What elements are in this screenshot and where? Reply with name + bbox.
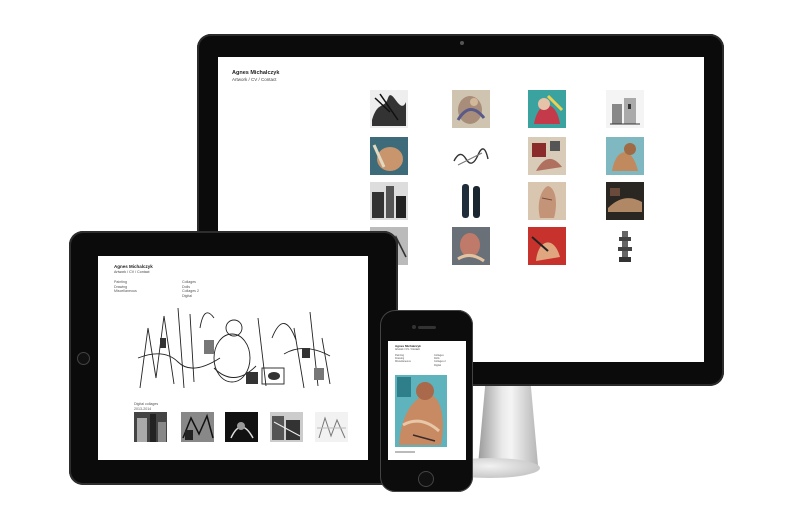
gallery-thumb[interactable]: [452, 182, 490, 220]
menu-right: Collages Dolls Collages 2 Digital: [434, 354, 446, 367]
site-title[interactable]: Agnes Michalczyk: [114, 264, 153, 269]
monitor-stand: [478, 385, 538, 465]
gallery-thumb[interactable]: [370, 90, 408, 128]
gallery-thumb[interactable]: [452, 227, 490, 265]
speaker-icon: [418, 326, 436, 329]
gallery-thumb[interactable]: [370, 182, 408, 220]
home-button-icon: [418, 471, 434, 487]
gallery-caption-year: 2013-2014: [134, 406, 152, 411]
featured-painting[interactable]: [395, 375, 447, 447]
caption-line: [395, 451, 415, 453]
menu-item[interactable]: Miscellaneous: [114, 289, 137, 294]
site-nav[interactable]: Artwork / CV / Contact: [395, 348, 420, 351]
camera-icon: [460, 41, 464, 45]
gallery-thumb[interactable]: [225, 412, 258, 442]
gallery-thumb[interactable]: [528, 227, 566, 265]
gallery-thumb[interactable]: [606, 137, 644, 175]
gallery-caption-title: Digital collages: [134, 402, 159, 406]
gallery-thumb[interactable]: [452, 90, 490, 128]
gallery-thumb[interactable]: [606, 227, 644, 265]
gallery-thumb[interactable]: [181, 412, 214, 442]
gallery-caption: Digital collages 2013-2014: [134, 402, 158, 411]
site-nav[interactable]: Artwork / CV / Contact: [114, 270, 150, 274]
menu-item[interactable]: Digital: [434, 364, 446, 367]
gallery-thumb[interactable]: [315, 412, 348, 442]
gallery-thumb[interactable]: [528, 182, 566, 220]
tablet-screen: Agnes Michalczyk Artwork / CV / Contact …: [98, 256, 368, 460]
gallery-thumb[interactable]: [370, 137, 408, 175]
menu-item[interactable]: Miscellaneous: [395, 360, 411, 363]
menu-left: Painting Drawing Miscellaneous: [114, 280, 137, 294]
menu-right: Collages Dolls Collages 2 Digital: [182, 280, 199, 298]
gallery-thumb[interactable]: [452, 137, 490, 175]
featured-drawing[interactable]: [134, 298, 334, 398]
camera-icon: [412, 325, 416, 329]
gallery-thumb[interactable]: [270, 412, 303, 442]
gallery-thumb[interactable]: [606, 182, 644, 220]
site-nav[interactable]: Artwork / CV / Contact: [232, 77, 277, 82]
menu-left: Painting Drawing Miscellaneous: [395, 354, 411, 364]
gallery-thumb[interactable]: [134, 412, 167, 442]
home-button-icon: [77, 352, 90, 365]
gallery-thumb[interactable]: [606, 90, 644, 128]
gallery-thumb[interactable]: [528, 90, 566, 128]
gallery-thumb[interactable]: [528, 137, 566, 175]
phone-screen: Agnes Michalczyk Artwork / CV / Contact …: [388, 341, 466, 460]
site-title[interactable]: Agnes Michalczyk: [232, 70, 279, 76]
